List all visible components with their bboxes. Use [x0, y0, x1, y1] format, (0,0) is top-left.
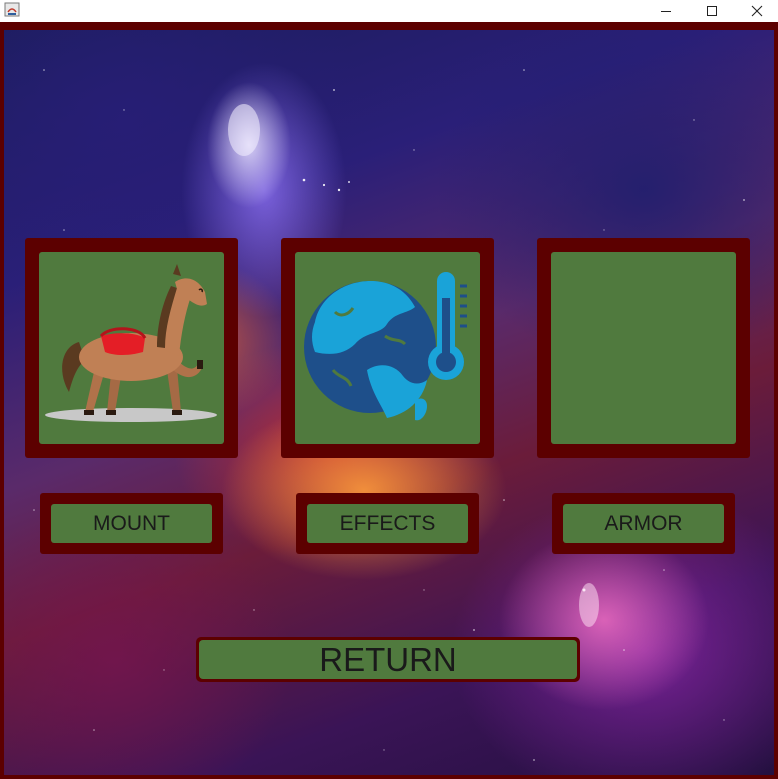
- globe-thermometer-icon: [304, 272, 467, 421]
- armor-button-frame: ARMOR: [552, 493, 735, 554]
- armor-panel[interactable]: [537, 238, 750, 458]
- maximize-icon: [707, 6, 717, 16]
- armor-image-area: [551, 252, 736, 444]
- mount-image-area: [39, 252, 224, 444]
- maximize-button[interactable]: [689, 0, 735, 22]
- return-button-frame: RETURN: [196, 637, 580, 682]
- minimize-icon: [661, 11, 671, 12]
- mount-button-frame: MOUNT: [40, 493, 223, 554]
- return-button[interactable]: RETURN: [199, 640, 577, 679]
- minimize-button[interactable]: [643, 0, 689, 22]
- horse-icon: [45, 264, 217, 422]
- mount-button[interactable]: MOUNT: [51, 504, 212, 543]
- effects-panel[interactable]: [281, 238, 494, 458]
- close-button[interactable]: [734, 0, 778, 22]
- mount-panel[interactable]: [25, 238, 238, 458]
- effects-image-area: [295, 252, 480, 444]
- effects-button-frame: EFFECTS: [296, 493, 479, 554]
- java-app-icon: [4, 2, 20, 17]
- effects-button[interactable]: EFFECTS: [307, 504, 468, 543]
- armor-button[interactable]: ARMOR: [563, 504, 724, 543]
- title-bar: [0, 0, 778, 22]
- close-icon: [751, 5, 763, 17]
